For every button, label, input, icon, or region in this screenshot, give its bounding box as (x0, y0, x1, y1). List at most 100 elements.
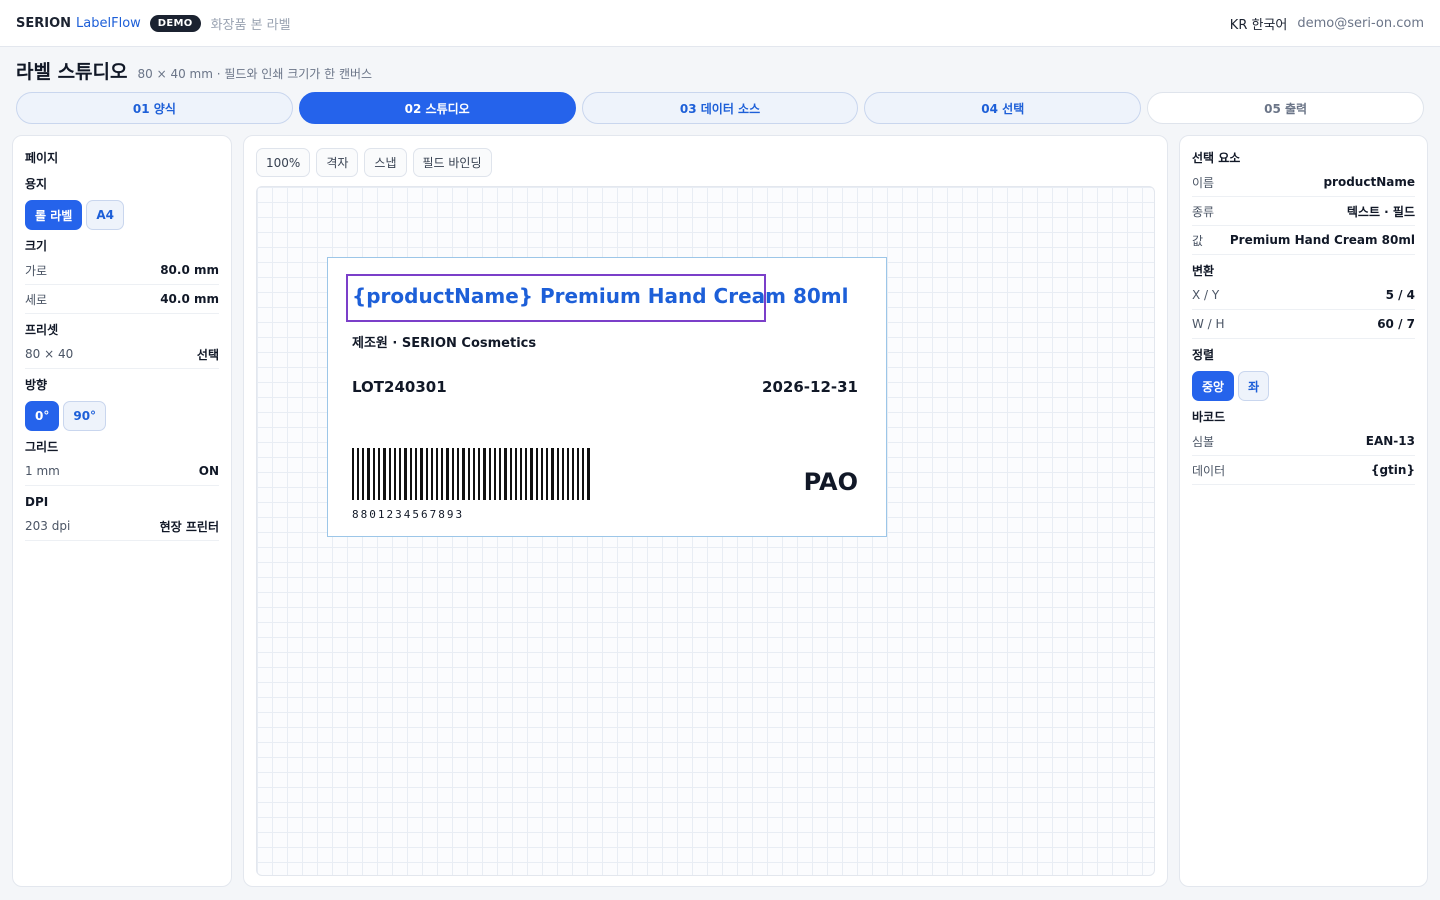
type-row[interactable]: 종류 텍스트 · 필드 (1192, 197, 1415, 226)
barcode-data-value[interactable]: {gtin} (1371, 463, 1415, 477)
height-row[interactable]: 세로 40.0 mm (25, 285, 219, 314)
brand-logo[interactable]: SERION LabelFlow (16, 16, 141, 31)
label-preview[interactable]: {productName} Premium Hand Cream 80ml 제조… (327, 257, 887, 537)
label-barcode[interactable] (352, 448, 590, 500)
barcode-bar (515, 448, 517, 500)
label-manufacturer[interactable]: 제조원 · SERION Cosmetics (352, 332, 536, 351)
grid-button[interactable]: 격자 (316, 148, 359, 177)
barcode-bar (389, 448, 391, 500)
value-label: 값 (1192, 233, 1204, 248)
align-center-button[interactable]: 중앙 (1192, 371, 1235, 401)
label-pao[interactable]: PAO (804, 468, 858, 496)
label-product-title[interactable]: {productName} Premium Hand Cream 80ml (352, 284, 848, 308)
align-left-button[interactable]: 좌 (1238, 371, 1270, 401)
width-label: 가로 (25, 263, 48, 278)
field-binding-button[interactable]: 필드 바인딩 (412, 148, 492, 177)
snap-button[interactable]: 스냅 (364, 148, 407, 177)
barcode-bar (520, 448, 522, 500)
step-tab-studio[interactable]: 02 스튜디오 (298, 92, 576, 124)
width-value[interactable]: 80.0 mm (160, 263, 219, 277)
barcode-bar (383, 448, 386, 500)
paper-a4-button[interactable]: A4 (86, 200, 124, 230)
barcode-bar (473, 448, 475, 500)
symbol-row[interactable]: 심볼 EAN-13 (1192, 427, 1415, 456)
page-title: 라벨 스튜디오 (16, 61, 128, 83)
label-expiry-date[interactable]: 2026-12-31 (762, 378, 858, 396)
barcode-bar (525, 448, 527, 500)
label-lot-number[interactable]: LOT240301 (352, 378, 447, 396)
value-value[interactable]: Premium Hand Cream 80ml (1230, 233, 1415, 247)
barcode-bar (436, 448, 438, 500)
barcode-bar (457, 448, 459, 500)
barcode-bar (357, 448, 359, 500)
name-value[interactable]: productName (1323, 175, 1415, 189)
barcode-bar (420, 448, 423, 500)
step-tab-data-source[interactable]: 03 데이터 소스 (581, 92, 859, 124)
preset-row[interactable]: 80 × 40 선택 (25, 340, 219, 369)
barcode-bar (426, 448, 428, 500)
brand-accent: LabelFlow (76, 15, 141, 31)
align-toggle: 중앙 좌 (1192, 371, 1415, 401)
selection-section-title: 선택 요소 (1192, 151, 1241, 165)
wh-value[interactable]: 60 / 7 (1377, 317, 1415, 331)
step-tab-select[interactable]: 04 선택 (864, 92, 1142, 124)
value-row[interactable]: 값 Premium Hand Cream 80ml (1192, 226, 1415, 255)
canvas-toolbar: 100% 격자 스냅 필드 바인딩 (256, 148, 492, 177)
name-row[interactable]: 이름 productName (1192, 168, 1415, 197)
barcode-bar (577, 448, 579, 500)
zoom-button[interactable]: 100% (256, 148, 311, 177)
barcode-bar (478, 448, 480, 500)
barcode-bar (551, 448, 554, 500)
barcode-bar (446, 448, 449, 500)
barcode-bar (499, 448, 501, 500)
symbol-value[interactable]: EAN-13 (1366, 434, 1415, 448)
barcode-bar (483, 448, 486, 500)
type-value[interactable]: 텍스트 · 필드 (1347, 203, 1415, 220)
properties-panel: 선택 요소 이름 productName 종류 텍스트 · 필드 값 Premi… (1179, 135, 1428, 887)
size-section-title: 크기 (25, 239, 48, 253)
orientation-section-title: 방향 (25, 378, 48, 392)
language-selector[interactable]: KR 한국어 (1230, 14, 1288, 33)
orientation-0-button[interactable]: 0° (25, 401, 60, 431)
height-value[interactable]: 40.0 mm (160, 292, 219, 306)
barcode-data-row[interactable]: 데이터 {gtin} (1192, 456, 1415, 485)
barcode-bar (399, 448, 401, 500)
paper-toggle: 롤 라벨 A4 (25, 200, 219, 230)
step-tabs: 01 양식 02 스튜디오 03 데이터 소스 04 선택 05 출력 (16, 92, 1424, 124)
barcode-bar (572, 448, 574, 500)
xy-row[interactable]: X / Y 5 / 4 (1192, 281, 1415, 310)
xy-value[interactable]: 5 / 4 (1386, 288, 1415, 302)
barcode-bar (404, 448, 407, 500)
type-label: 종류 (1192, 204, 1215, 219)
grid-toggle[interactable]: ON (199, 464, 219, 478)
step-tab-template[interactable]: 01 양식 (16, 92, 293, 124)
align-section-title: 정렬 (1192, 348, 1215, 362)
barcode-bar (489, 448, 491, 500)
orientation-toggle: 0° 90° (25, 401, 219, 431)
transform-section-title: 변환 (1192, 264, 1215, 278)
width-row[interactable]: 가로 80.0 mm (25, 256, 219, 285)
barcode-bar (536, 448, 538, 500)
preset-label: 80 × 40 (25, 347, 74, 361)
barcode-bar (373, 448, 375, 500)
preset-select[interactable]: 선택 (197, 346, 219, 363)
height-label: 세로 (25, 292, 48, 307)
dpi-value[interactable]: 현장 프린터 (160, 518, 219, 535)
studio-panel: 100% 격자 스냅 필드 바인딩 {productName} Premium … (243, 135, 1168, 887)
paper-roll-label-button[interactable]: 롤 라벨 (25, 200, 83, 230)
app-header: SERION LabelFlow DEMO 화장품 본 라벨 KR 한국어 dem… (0, 0, 1440, 47)
barcode-bar (510, 448, 512, 500)
step-tab-output[interactable]: 05 출력 (1147, 92, 1424, 124)
barcode-section-title: 바코드 (1192, 410, 1226, 424)
design-canvas[interactable]: {productName} Premium Hand Cream 80ml 제조… (256, 186, 1155, 876)
grid-row[interactable]: 1 mm ON (25, 457, 219, 486)
page-settings-panel: 페이지 용지 롤 라벨 A4 크기 가로 80.0 mm 세로 40.0 mm … (12, 135, 232, 887)
xy-label: X / Y (1192, 288, 1220, 302)
barcode-bar (504, 448, 507, 500)
barcode-bar (431, 448, 433, 500)
user-email[interactable]: demo@seri-on.com (1297, 16, 1424, 31)
dpi-row[interactable]: 203 dpi 현장 프린터 (25, 512, 219, 541)
barcode-bar (410, 448, 412, 500)
wh-row[interactable]: W / H 60 / 7 (1192, 310, 1415, 339)
orientation-90-button[interactable]: 90° (63, 401, 107, 431)
